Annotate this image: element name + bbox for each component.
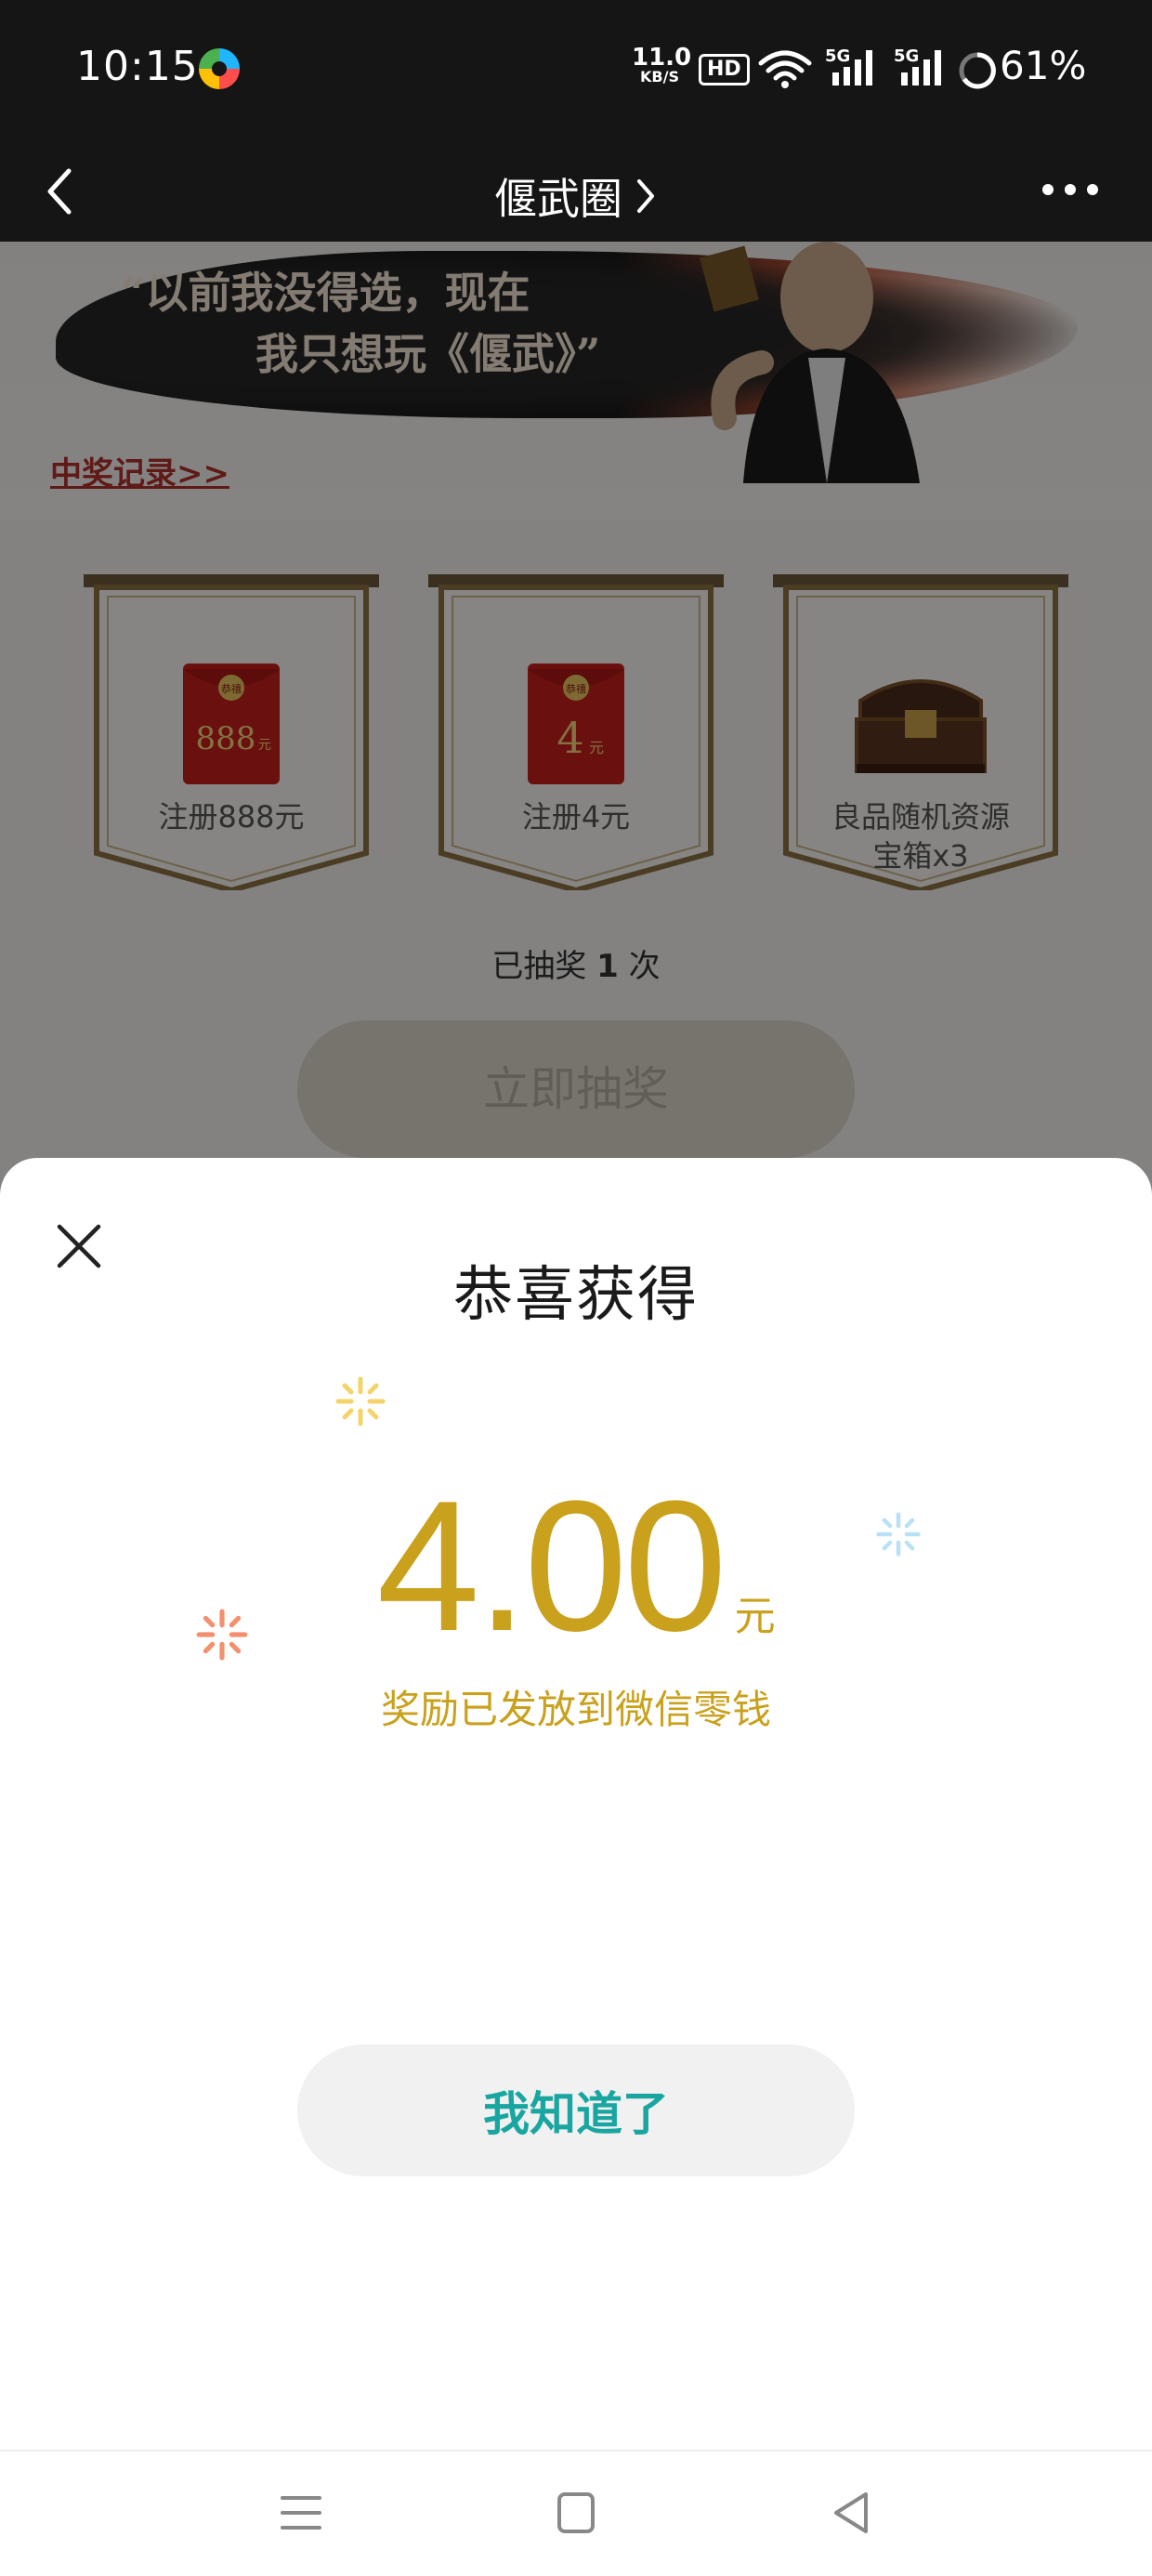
- wifi-icon: [758, 50, 812, 88]
- lottery-page: “以前我没得选，现在 我只想玩《偃武》” 中奖记录>> 恭禧 888 元 注册8…: [0, 242, 1152, 1227]
- reward-dialog: 恭喜获得 4.00 元 奖励已发放到微信零钱 我知道了: [0, 1158, 1152, 2450]
- menu-icon[interactable]: [279, 2487, 323, 2539]
- hd-badge: HD: [699, 54, 750, 85]
- reward-amount: 4.00: [376, 1463, 727, 1670]
- signal-5g-icon: 5G: [825, 46, 872, 85]
- page-title: 偃武圈: [494, 174, 622, 224]
- reward-note: 奖励已发放到微信零钱: [380, 1687, 771, 1732]
- back-triangle-icon[interactable]: [829, 2487, 873, 2539]
- dialog-title: 恭喜获得: [453, 1261, 699, 1330]
- confirm-button[interactable]: 我知道了: [297, 2044, 855, 2176]
- sim1-label: 5G: [825, 46, 850, 66]
- app-notification-icon: [199, 48, 240, 89]
- home-icon[interactable]: [554, 2487, 598, 2539]
- status-bar: 10:15 11.0 KB/S HD 5G 5G 61%: [0, 0, 1152, 138]
- top-nav-bar: 偃武圈: [0, 138, 1152, 242]
- signal-5g-icon: 5G: [894, 46, 941, 85]
- status-time: 10:15: [76, 43, 199, 90]
- network-speed: 11.0 KB/S: [632, 46, 691, 85]
- battery-percent: 61%: [1000, 43, 1087, 88]
- system-nav-bar: [0, 2450, 1152, 2576]
- sparkle-icon: [335, 1376, 386, 1426]
- reward-amount-block: 4.00 元: [0, 1474, 1152, 1660]
- chevron-right-icon: [637, 179, 654, 213]
- page-title-wrapper[interactable]: 偃武圈: [0, 165, 1152, 227]
- more-horizontal-icon[interactable]: [1041, 180, 1100, 199]
- reward-unit: 元: [734, 1593, 776, 1640]
- sim2-label: 5G: [894, 46, 919, 66]
- battery-icon: [959, 52, 996, 89]
- modal-overlay[interactable]: [0, 242, 1152, 1227]
